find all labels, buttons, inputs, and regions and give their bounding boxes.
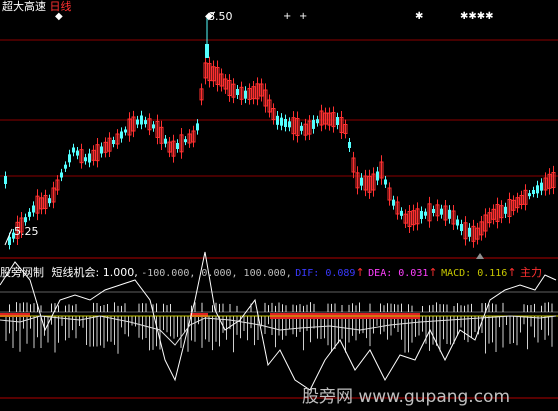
candle-down [4,176,7,184]
indicator-name: 股旁网制 [0,266,44,279]
candle-down [236,89,239,95]
candle-down [468,227,471,237]
period-label: 日线 [49,0,72,13]
stock-title: 超大高速 [2,0,46,13]
dif-value: DIF: 0.089 [295,268,356,279]
triangle-marker [476,253,484,259]
candle-down [420,211,423,219]
dea-value: DEA: 0.031 [368,268,429,279]
candle-down [312,119,315,129]
dif-arrow-icon: ↑ [355,266,365,279]
low-price-label: 5.25 [14,225,39,238]
candle-down [276,115,279,125]
candle-down [152,124,155,129]
candle-down [528,193,531,197]
signal-mark: + [299,11,307,22]
high-price-value: 8.50 [208,10,233,23]
candle-down [392,199,395,206]
high-price-label: 8.50 [208,10,233,23]
candle-down [164,138,167,144]
candle-down [48,198,51,204]
candle-down [504,206,507,214]
candle-down [112,140,115,144]
candle-down [100,146,103,154]
candle-down [72,147,75,153]
chart-canvas[interactable]: ◆ ◆ + + ✱ ✱✱✱✱ [0,0,558,407]
candle-down [124,129,127,133]
candle-down [536,185,539,194]
candle-down [136,119,139,125]
candle-down [448,209,451,219]
signal-mark: ✱ [415,11,423,22]
candle-down [64,164,67,169]
candle-down [88,153,91,163]
candle-down [144,120,147,125]
candle-down [440,208,443,215]
candle-down [84,157,87,162]
candle-down [432,209,435,213]
chart-header: 超大高速 日线 [2,0,72,13]
candle-down [60,172,63,178]
candle-down [424,211,427,216]
candle-down [376,171,379,181]
candle-down [28,211,31,217]
candle-down [400,210,403,216]
indicator-params: -100.000, 0.000, 100.000, [141,268,292,279]
candle-down [120,131,123,139]
candle-down [244,90,247,99]
low-price-value: 5.25 [14,225,39,238]
candle-down [384,179,387,185]
candle-down [76,150,79,156]
candle-down [316,119,319,124]
candle-down [532,190,535,194]
signal-mark: + [283,11,291,22]
candle-down [32,205,35,213]
candle-down [348,142,351,148]
candle-down [360,177,363,186]
candle-down [540,182,543,191]
main-force-label: 主力 [520,266,543,279]
candle-down [284,119,287,127]
macd-value: MACD: 0.116 [441,268,508,279]
candle-down [140,115,143,125]
dea-arrow-icon: ↑ [428,266,438,279]
indicator-header: 股旁网制 短线机会: 1.000, -100.000, 0.000, 100.0… [0,266,542,280]
candle-down [176,143,179,149]
candle-down [24,217,27,223]
indicator-line-label: 短线机会: 1.000, [51,266,138,279]
stock-chart[interactable]: ◆ ◆ + + ✱ ✱✱✱✱ 超大高速 日线 8.50 5.25 股旁网制 短线机会: 1… [0,0,558,407]
candle-down [280,117,283,126]
watermark: 股旁网 www.gupang.com [302,387,511,407]
candle-down [196,123,199,131]
candle-down [68,154,71,163]
candle-down [456,219,459,226]
signal-mark: ✱✱✱✱ [460,11,494,22]
candle-down [300,125,303,131]
candle-down [460,224,463,231]
candle-down [184,139,187,143]
candle-down [336,117,339,125]
candle-down [288,121,291,128]
high-candle [205,44,209,58]
macd-arrow-icon: ↑ [507,266,517,279]
